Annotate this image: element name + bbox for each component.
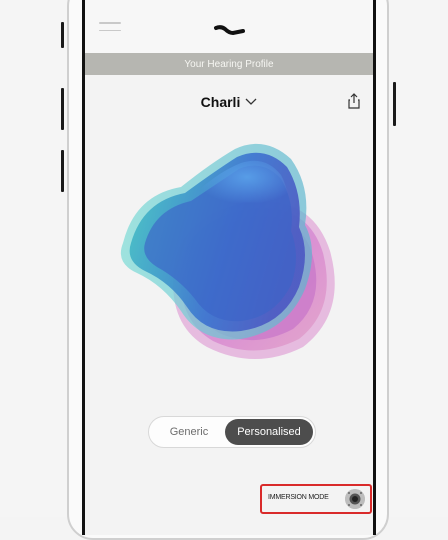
profile-name-row: Charli: [85, 93, 373, 117]
profile-selector[interactable]: Charli: [85, 93, 373, 111]
volume-up-button: [61, 88, 64, 130]
power-button: [393, 82, 396, 126]
profile-mode-toggle: Generic Personalised: [148, 416, 316, 448]
hamburger-menu-icon[interactable]: [99, 22, 121, 36]
chevron-down-icon: [245, 98, 257, 105]
immersion-mode-control[interactable]: IMMERSION MODE: [260, 484, 372, 514]
banner-title: Your Hearing Profile: [184, 58, 274, 70]
hearing-profile-visualization: [120, 143, 335, 359]
generic-option[interactable]: Generic: [151, 419, 227, 445]
immersion-mode-icon[interactable]: [345, 489, 365, 509]
volume-down-button: [61, 150, 64, 192]
volume-button-left: [61, 22, 64, 48]
top-bar: [85, 0, 373, 53]
hearing-profile-banner: Your Hearing Profile: [85, 53, 373, 75]
personalised-option[interactable]: Personalised: [225, 419, 313, 445]
app-screen: Your Hearing Profile Charli Generic Pers…: [82, 0, 376, 535]
wave-logo-icon: [214, 25, 245, 36]
immersion-mode-label: IMMERSION MODE: [268, 494, 329, 501]
share-icon[interactable]: [347, 93, 361, 109]
user-name-label: Charli: [200, 94, 241, 110]
